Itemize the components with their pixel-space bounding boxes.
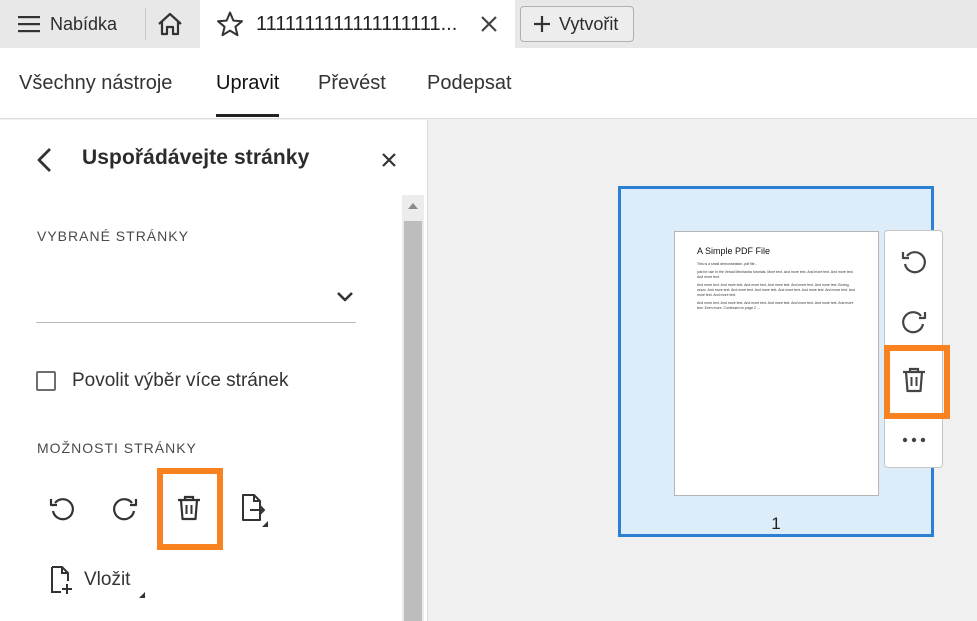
menu-button[interactable]: Nabídka	[8, 6, 144, 42]
page-number: 1	[771, 514, 781, 533]
panel-title: Uspořádávejte stránky	[82, 146, 310, 169]
rotate-right-icon	[111, 494, 139, 522]
thumb-more-button[interactable]	[896, 422, 932, 458]
document-tab[interactable]: 1111111111111111111...	[200, 0, 515, 48]
tab-edit[interactable]: Upravit	[216, 48, 280, 119]
tools-toolbar: Všechny nástroje Upravit Převést Podepsa…	[0, 48, 977, 119]
insert-label: Vložit	[84, 569, 131, 590]
hamburger-icon	[18, 15, 40, 33]
extract-page-icon	[239, 493, 269, 523]
organize-pages-panel: Uspořádávejte stránky VYBRANÉ STRÁNKY Po…	[0, 120, 428, 621]
scroll-thumb[interactable]	[404, 221, 422, 621]
thumb-rotate-right-button[interactable]	[896, 303, 932, 339]
star-icon[interactable]	[216, 11, 244, 37]
delete-highlight-box	[157, 468, 223, 550]
tab-title: 1111111111111111111...	[256, 12, 458, 35]
tab-sign[interactable]: Podepsat	[427, 48, 512, 119]
multi-select-label: Povolit výběr více stránek	[72, 370, 289, 391]
close-icon	[382, 153, 396, 167]
multi-select-option[interactable]: Povolit výběr více stránek	[36, 370, 288, 392]
page-preview-text: And more text. And more text. And more t…	[697, 301, 854, 310]
thumb-delete-highlight-box	[884, 345, 950, 419]
home-icon	[157, 12, 183, 36]
scroll-up-arrow[interactable]	[402, 195, 424, 217]
insert-page-icon	[48, 565, 76, 595]
tab-bar: Nabídka 1111111111111111111... Vytvořit	[0, 0, 977, 48]
tab-all-tools[interactable]: Všechny nástroje	[19, 48, 172, 119]
page-preview-text: And more text. And more text. And more t…	[697, 283, 855, 297]
page-preview-text: This is a small demonstration .pdf file …	[697, 262, 757, 266]
insert-button[interactable]: Vložit	[48, 565, 130, 595]
plus-icon	[533, 15, 551, 33]
more-icon	[902, 437, 926, 443]
page-options-label: MOŽNOSTI STRÁNKY	[37, 440, 197, 456]
panel-scrollbar[interactable]	[402, 195, 424, 621]
page-preview: A Simple PDF File This is a small demons…	[674, 231, 879, 496]
rotate-left-icon	[48, 494, 76, 522]
close-panel-button[interactable]	[378, 148, 400, 172]
create-label: Vytvořit	[559, 13, 619, 34]
selected-pages-label: VYBRANÉ STRÁNKY	[37, 228, 189, 244]
insert-menu-indicator	[139, 592, 145, 598]
close-tab-icon[interactable]	[477, 12, 501, 36]
rotate-left-icon	[900, 247, 928, 275]
menu-label: Nabídka	[50, 13, 118, 34]
create-button[interactable]: Vytvořit	[520, 6, 634, 42]
extract-menu-indicator	[262, 521, 268, 527]
rotate-left-button[interactable]	[44, 490, 80, 526]
page-preview-title: A Simple PDF File	[697, 246, 771, 256]
chevron-down-icon	[334, 286, 356, 308]
tab-convert[interactable]: Převést	[318, 48, 386, 119]
back-button[interactable]	[30, 145, 58, 175]
selected-pages-dropdown[interactable]	[36, 268, 356, 323]
tab-divider	[145, 8, 146, 40]
multi-select-checkbox[interactable]	[36, 371, 56, 391]
rotate-right-icon	[900, 307, 928, 335]
home-button[interactable]	[152, 6, 188, 42]
thumb-rotate-left-button[interactable]	[896, 243, 932, 279]
chevron-left-icon	[36, 147, 52, 173]
page-preview-text: just for use in the Virtual Mechanics tu…	[697, 270, 854, 279]
page-canvas: A Simple PDF File This is a small demons…	[429, 120, 977, 621]
rotate-right-button[interactable]	[107, 490, 143, 526]
